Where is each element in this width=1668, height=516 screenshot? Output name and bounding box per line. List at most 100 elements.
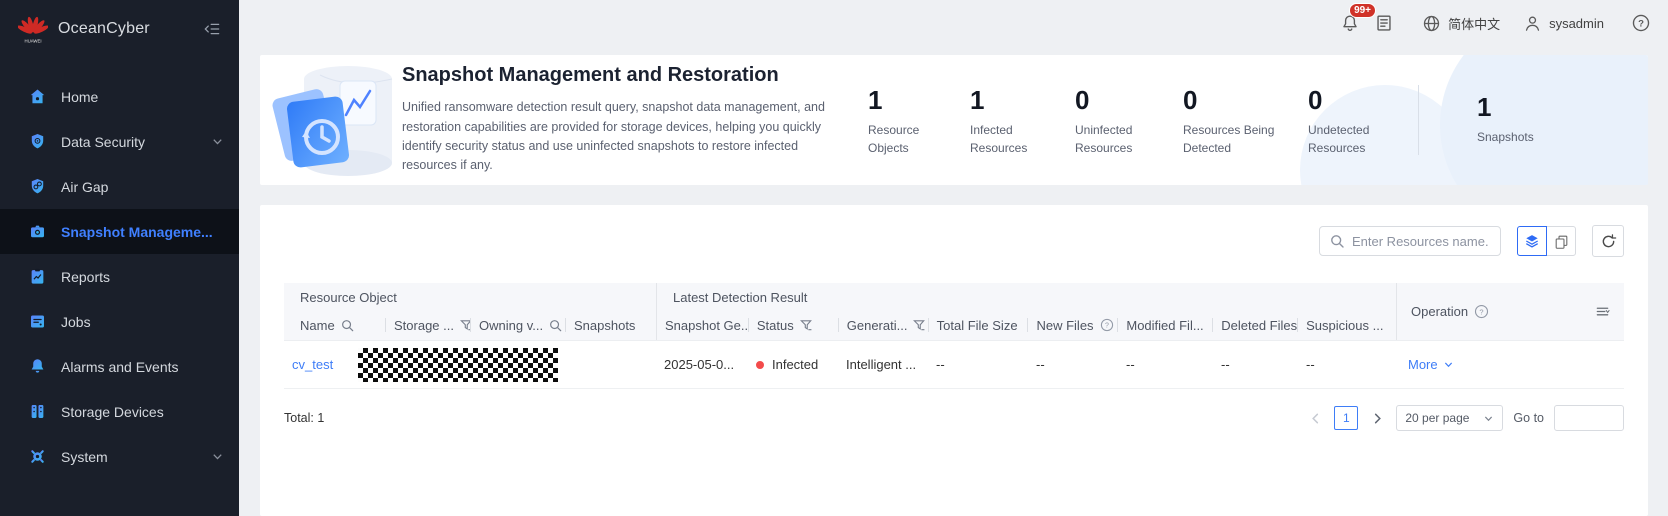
sidebar-item-system[interactable]: System xyxy=(0,434,239,479)
language-label: 简体中文 xyxy=(1448,14,1500,33)
search-icon xyxy=(1330,234,1344,248)
svg-text:?: ? xyxy=(1105,323,1109,330)
page-size-select[interactable]: 20 per page xyxy=(1396,405,1503,431)
hero-stats: 1 Resource Objects 1 Infected Resources … xyxy=(868,83,1418,157)
username-label: sysadmin xyxy=(1549,16,1604,31)
copy-view-button[interactable] xyxy=(1546,226,1576,256)
column-label: Name xyxy=(300,318,335,333)
stats-divider xyxy=(1418,85,1419,155)
sidebar-item-snapshot-management[interactable]: Snapshot Manageme... xyxy=(0,209,239,254)
filter-icon[interactable] xyxy=(460,319,471,332)
sidebar-item-air-gap[interactable]: Air Gap xyxy=(0,164,239,209)
sidebar-item-alarms-and-events[interactable]: Alarms and Events xyxy=(0,344,239,389)
pagination-controls: 1 20 per page Go to xyxy=(1306,405,1624,431)
search-icon[interactable] xyxy=(341,319,354,332)
previous-page-icon[interactable] xyxy=(1306,409,1324,427)
logo-row: HUAWEI OceanCyber xyxy=(0,0,239,58)
column-label: Deleted Files... xyxy=(1221,318,1298,333)
column-header-modified-files[interactable]: Modified Fil... xyxy=(1118,309,1213,341)
resource-name-link[interactable]: cv_test xyxy=(292,357,333,372)
notifications-bell-icon[interactable]: 99+ xyxy=(1339,12,1361,34)
sidebar-item-storage-devices[interactable]: Storage Devices xyxy=(0,389,239,434)
stat-undetected-resources: 0 Undetected Resources xyxy=(1308,87,1388,157)
user-menu[interactable]: sysadmin xyxy=(1522,13,1604,34)
stat-value: 1 xyxy=(868,87,940,113)
cell-operation: More xyxy=(1396,357,1624,372)
svg-text:?: ? xyxy=(1480,307,1484,316)
sidebar-item-jobs[interactable]: Jobs xyxy=(0,299,239,344)
more-label: More xyxy=(1408,357,1438,372)
column-header-name[interactable]: Name xyxy=(284,309,386,341)
jobs-list-icon xyxy=(28,312,47,331)
layers-icon xyxy=(1523,232,1541,250)
reports-clipboard-icon xyxy=(28,267,47,286)
column-header-new-files[interactable]: New Files ? xyxy=(1028,309,1118,341)
stat-label: Resources Being Detected xyxy=(1183,122,1278,157)
svg-text:HUAWEI: HUAWEI xyxy=(24,39,41,44)
column-header-suspicious[interactable]: Suspicious ... xyxy=(1298,309,1396,341)
resource-search[interactable] xyxy=(1319,226,1501,256)
copy-icon xyxy=(1553,233,1570,250)
column-header-status[interactable]: Status xyxy=(749,309,839,341)
search-icon[interactable] xyxy=(549,319,562,332)
page-title: Snapshot Management and Restoration xyxy=(402,64,868,87)
filter-icon[interactable] xyxy=(800,319,813,332)
column-header-storage[interactable]: Storage ... xyxy=(386,309,471,341)
cell-total-file-size: -- xyxy=(928,357,1028,372)
column-label: Modified Fil... xyxy=(1126,318,1203,333)
column-label: Owning v... xyxy=(479,318,543,333)
sidebar-collapse-icon[interactable] xyxy=(201,18,223,40)
cell-deleted-files: -- xyxy=(1213,357,1298,372)
svg-text:?: ? xyxy=(1638,18,1644,29)
goto-label: Go to xyxy=(1513,411,1544,425)
sidebar-item-label: System xyxy=(61,449,211,465)
page-number-button[interactable]: 1 xyxy=(1334,406,1358,430)
chevron-down-icon xyxy=(211,450,225,464)
chevron-down-icon xyxy=(1483,413,1494,424)
help-icon[interactable]: ? xyxy=(1630,12,1652,34)
refresh-icon xyxy=(1599,232,1618,251)
search-input[interactable] xyxy=(1350,233,1490,250)
stat-resource-objects: 1 Resource Objects xyxy=(868,87,940,157)
subheader-row: Name Storage ... Owning v... Snapshots xyxy=(284,309,656,341)
app-title: OceanCyber xyxy=(58,20,201,38)
column-label: Status xyxy=(757,318,794,333)
language-switcher[interactable]: 简体中文 xyxy=(1421,13,1500,34)
system-gear-icon xyxy=(28,447,47,466)
help-circle-icon[interactable]: ? xyxy=(1474,304,1489,319)
sidebar-nav: Home Data Security Air Gap Snapshot Mana… xyxy=(0,74,239,479)
message-log-icon[interactable] xyxy=(1373,12,1395,34)
cell-modified-files: -- xyxy=(1118,357,1213,372)
layers-view-button[interactable] xyxy=(1517,226,1547,256)
column-header-snapshot-generated[interactable]: Snapshot Ge... xyxy=(657,309,749,341)
cell-status: Infected xyxy=(748,357,838,372)
filter-icon[interactable] xyxy=(913,319,926,332)
stat-value: 1 xyxy=(1477,94,1534,120)
table-panel: Resource Object Name Storage ... Owning … xyxy=(260,205,1648,516)
stat-value: 0 xyxy=(1183,87,1278,113)
more-actions-button[interactable]: More xyxy=(1408,357,1454,372)
refresh-button[interactable] xyxy=(1592,225,1624,257)
next-page-icon[interactable] xyxy=(1368,409,1386,427)
sidebar-item-reports[interactable]: Reports xyxy=(0,254,239,299)
column-header-total-file-size[interactable]: Total File Size xyxy=(929,309,1029,341)
column-header-deleted-files[interactable]: Deleted Files... xyxy=(1213,309,1298,341)
column-header-generation[interactable]: Generati... xyxy=(839,309,929,341)
page-size-label: 20 per page xyxy=(1405,411,1469,425)
goto-page-input[interactable] xyxy=(1554,405,1624,431)
group-resource-object: Resource Object Name Storage ... Owning … xyxy=(284,283,656,340)
column-settings-icon[interactable] xyxy=(1595,304,1610,319)
sidebar-item-label: Reports xyxy=(61,269,225,285)
column-label: Snapshots xyxy=(574,318,635,333)
column-label: Total File Size xyxy=(937,318,1018,333)
sidebar-item-data-security[interactable]: Data Security xyxy=(0,119,239,164)
sidebar-item-label: Snapshot Manageme... xyxy=(61,224,225,240)
storage-devices-icon xyxy=(28,402,47,421)
globe-icon xyxy=(1421,13,1442,34)
pagination-bar: Total: 1 1 20 per page Go to xyxy=(284,405,1624,431)
column-header-owning[interactable]: Owning v... xyxy=(471,309,566,341)
sidebar-item-label: Jobs xyxy=(61,314,225,330)
column-header-snapshots[interactable]: Snapshots xyxy=(566,309,656,341)
sidebar-item-home[interactable]: Home xyxy=(0,74,239,119)
help-circle-icon[interactable]: ? xyxy=(1100,318,1114,332)
